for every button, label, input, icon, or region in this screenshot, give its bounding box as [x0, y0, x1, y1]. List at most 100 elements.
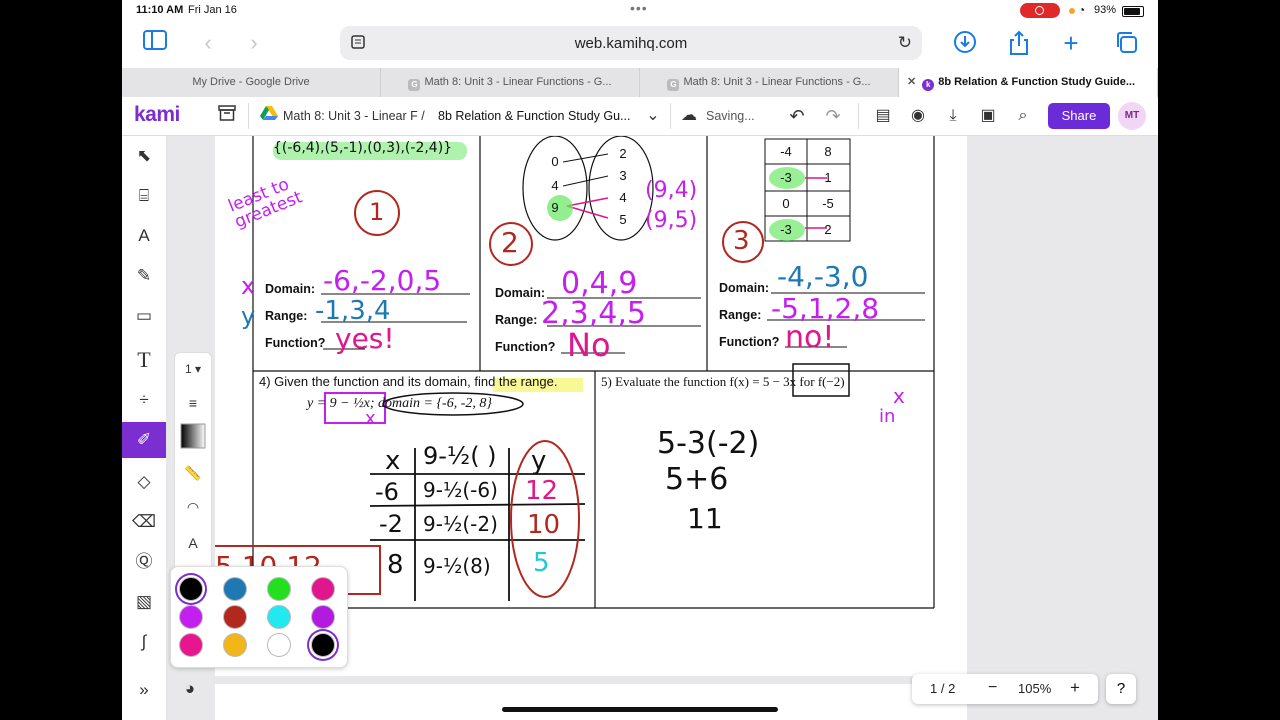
p2-left-value: 4	[551, 178, 559, 193]
color-swatch-purple[interactable]	[311, 605, 335, 629]
expand-sidebar-icon[interactable]: »	[122, 672, 166, 708]
p1-domain-label: Domain:	[265, 282, 315, 296]
drawing-tool-icon[interactable]: ✐	[122, 422, 166, 458]
kami-favicon-icon: k	[922, 79, 935, 91]
forward-icon[interactable]: ›	[244, 30, 264, 56]
tab-linear-functions-1[interactable]: G Math 8: Unit 3 - Linear Functions - G..…	[381, 68, 640, 97]
browser-toolbar: ‹ › web.kamihq.com ↻ +	[122, 22, 1158, 66]
color-swatch-black[interactable]	[179, 577, 203, 601]
dictionary-tool-icon[interactable]: ⌸	[122, 178, 166, 214]
color-swatch-green[interactable]	[267, 577, 291, 601]
reload-icon[interactable]: ↻	[898, 33, 912, 53]
tab-linear-functions-2[interactable]: G Math 8: Unit 3 - Linear Functions - G..…	[640, 68, 899, 97]
worksheet-page-2[interactable]	[215, 684, 967, 720]
p3-domain-answer: -4,-3,0	[777, 260, 869, 293]
home-indicator[interactable]	[502, 707, 778, 712]
sidebar-toggle-icon[interactable]	[142, 30, 168, 56]
new-tab-icon[interactable]: +	[1060, 30, 1082, 56]
chevron-down-icon[interactable]: ⌄	[642, 105, 664, 127]
kami-logo[interactable]: kami	[134, 103, 180, 127]
p5-in-note: in	[879, 406, 896, 427]
p3-function-label: Function?	[719, 335, 780, 349]
highlighter-tool-icon[interactable]: ✎	[122, 258, 166, 294]
p3-table-cell: 8	[824, 144, 832, 159]
select-tool-icon[interactable]: ⬉	[122, 138, 166, 174]
share-sheet-icon[interactable]	[1006, 30, 1032, 56]
text-to-speech-icon[interactable]: A	[122, 218, 166, 254]
color-swatch-blue[interactable]	[223, 577, 247, 601]
p4-row-y: 10	[527, 510, 561, 540]
text-tool-icon[interactable]: T	[122, 342, 166, 378]
undo-icon[interactable]: ↶	[786, 105, 808, 127]
help-button[interactable]: ?	[1106, 674, 1136, 704]
download-icon[interactable]	[952, 30, 978, 56]
p4-row-expr: 9-½(-6)	[423, 478, 498, 502]
browser-tabs: My Drive - Google Drive G Math 8: Unit 3 …	[122, 68, 1158, 98]
color-swatch-cyan[interactable]	[267, 605, 291, 629]
opacity-icon[interactable]	[178, 423, 208, 451]
p3-table-cell: -5	[822, 196, 834, 211]
menu-icon[interactable]: ≡	[178, 389, 208, 417]
color-picker-icon[interactable]: ◕	[172, 672, 208, 706]
equation-tool-icon[interactable]: ÷	[122, 382, 166, 418]
eye-icon[interactable]: ◉	[907, 105, 929, 127]
toolbox-icon[interactable]: ▣	[977, 105, 999, 127]
ruler-icon[interactable]: 📏	[178, 459, 208, 487]
download-file-icon[interactable]: ⤓	[942, 105, 964, 127]
p1-circled-number: 1	[369, 198, 385, 226]
color-swatch-magenta[interactable]	[179, 633, 203, 657]
kami-tool-sidebar: ⬉ ⌸ A ✎ ▭ T ÷ ✐ ◇ ⌫ Ⓠ ▧ ∫ »	[122, 136, 167, 720]
tab-label: Math 8: Unit 3 - Linear Functions - G...	[683, 76, 871, 88]
archive-icon[interactable]	[216, 105, 238, 127]
ai-question-tool-icon[interactable]: Ⓠ	[122, 544, 166, 580]
address-bar[interactable]: web.kamihq.com ↻	[340, 26, 922, 60]
multitask-dots-icon[interactable]: •••	[630, 0, 648, 16]
document-icon[interactable]: ▤	[872, 105, 894, 127]
p3-table-cell: 1	[824, 170, 832, 185]
status-time: 11:10 AM	[136, 4, 184, 16]
p3-table-cell: -3	[780, 170, 792, 185]
zoom-in-button[interactable]: +	[1070, 678, 1080, 698]
page-indicator[interactable]: 1 / 2	[930, 681, 955, 696]
tab-study-guide[interactable]: ✕ k 8b Relation & Function Study Guide...	[899, 68, 1158, 97]
color-swatch-yellow[interactable]	[223, 633, 247, 657]
compass-icon[interactable]: A	[178, 529, 208, 557]
breadcrumb-folder[interactable]: Math 8: Unit 3 - Linear F /	[283, 109, 425, 123]
color-swatch-red[interactable]	[223, 605, 247, 629]
tab-google-drive[interactable]: My Drive - Google Drive	[122, 68, 381, 97]
screen-record-icon[interactable]	[1020, 3, 1060, 18]
redo-icon[interactable]: ↷	[822, 105, 844, 127]
close-tab-icon[interactable]: ✕	[907, 68, 916, 97]
p2-right-value: 5	[619, 212, 627, 227]
p4-header-expr: 9-½( )	[423, 442, 497, 470]
color-swatch-pink[interactable]	[311, 577, 335, 601]
protractor-icon[interactable]: ◠	[178, 493, 208, 521]
comment-tool-icon[interactable]: ▭	[122, 298, 166, 334]
p4-x-mark: x	[365, 408, 376, 429]
google-favicon-icon: G	[408, 79, 421, 91]
zoom-out-button[interactable]: −	[988, 679, 997, 697]
stroke-size-select[interactable]: 1 ▾	[178, 355, 208, 383]
p1-x-mark: x	[241, 272, 256, 300]
p2-circled-number: 2	[501, 226, 519, 259]
share-button[interactable]: Share	[1048, 103, 1110, 129]
document-title[interactable]: 8b Relation & Function Study Gu...	[438, 109, 630, 123]
eraser-tool-icon[interactable]: ⌫	[122, 504, 166, 540]
p1-function-label: Function?	[265, 336, 326, 350]
tab-overview-icon[interactable]	[1114, 30, 1138, 56]
p2-left-value: 0	[551, 154, 559, 169]
zoom-level[interactable]: 105%	[1018, 681, 1051, 696]
p2-right-value: 2	[619, 146, 627, 161]
avatar[interactable]: MT	[1118, 102, 1146, 130]
color-swatch-custom[interactable]	[311, 633, 335, 657]
image-tool-icon[interactable]: ▧	[122, 584, 166, 620]
p3-range-label: Range:	[719, 308, 762, 322]
p4-row-expr: 9-½(-2)	[423, 512, 498, 536]
battery-icon	[1122, 6, 1144, 17]
back-icon[interactable]: ‹	[198, 30, 218, 56]
color-swatch-white[interactable]	[267, 633, 291, 657]
signature-tool-icon[interactable]: ∫	[122, 624, 166, 660]
shapes-tool-icon[interactable]: ◇	[122, 464, 166, 500]
color-swatch-violet[interactable]	[179, 605, 203, 629]
search-icon[interactable]: ⌕	[1012, 105, 1034, 127]
